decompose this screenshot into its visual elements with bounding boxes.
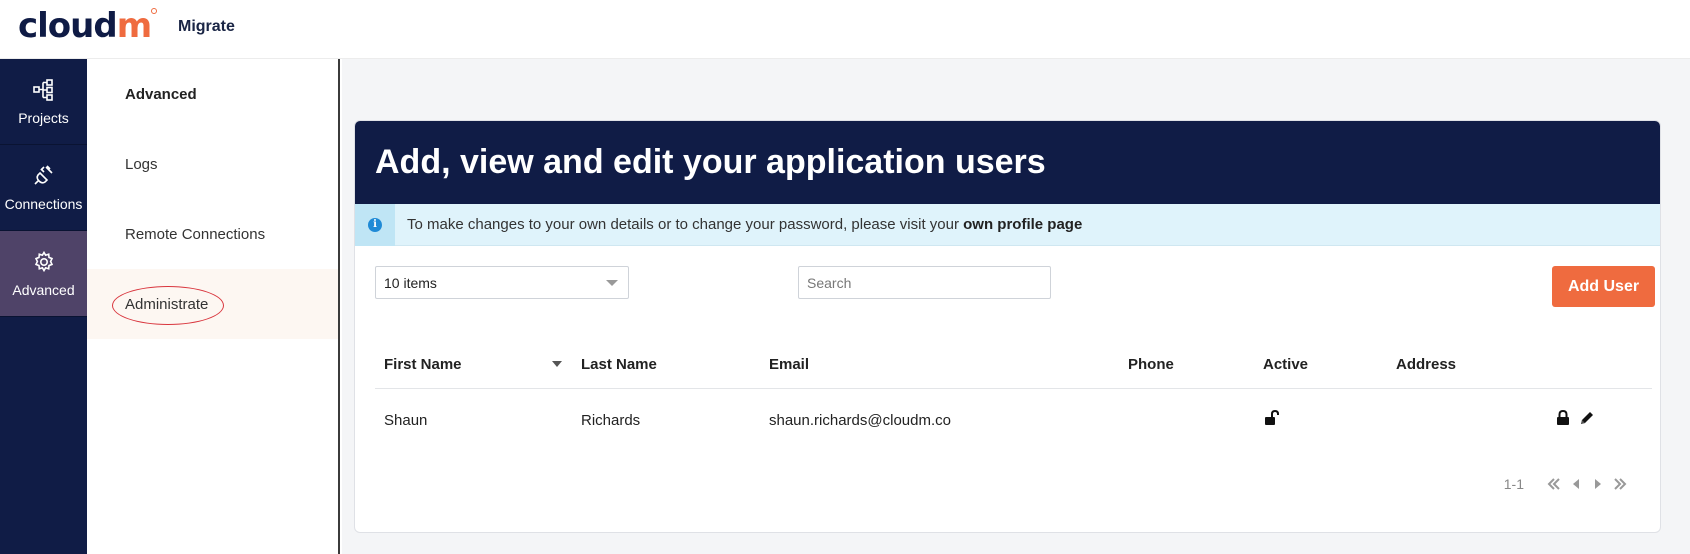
pencil-edit-icon[interactable] <box>1578 409 1596 427</box>
card-header: Add, view and edit your application user… <box>355 121 1660 204</box>
plug-icon <box>33 164 53 185</box>
column-header-email[interactable]: Email <box>769 339 809 389</box>
logo-text: cloud <box>18 6 118 46</box>
main-nav-rail: Projects Connections Advanced <box>0 59 87 554</box>
cell-first-name: Shaun <box>384 411 428 429</box>
column-header-first-name[interactable]: First Name <box>384 339 462 389</box>
info-banner: i To make changes to your own details or… <box>355 203 1660 246</box>
advanced-subnav: Advanced Logs Remote Connections Adminis… <box>87 59 340 554</box>
first-page-button[interactable] <box>1544 474 1564 494</box>
sort-desc-icon[interactable] <box>552 361 562 367</box>
triangle-right-icon <box>1595 479 1601 489</box>
cloudm-logo[interactable]: cloud m <box>18 6 158 46</box>
cell-last-name: Richards <box>581 411 641 429</box>
double-chevron-right-icon <box>1614 478 1627 490</box>
column-header-active[interactable]: Active <box>1263 339 1308 389</box>
previous-page-button[interactable] <box>1566 474 1586 494</box>
subnav-item-label: Administrate <box>111 285 225 325</box>
rail-item-label: Projects <box>18 109 69 126</box>
rail-item-advanced[interactable]: Advanced <box>0 231 87 317</box>
subnav-item-logs[interactable]: Logs <box>87 129 338 199</box>
logo-accent-text: m <box>116 6 152 46</box>
triangle-left-icon <box>1573 479 1579 489</box>
info-text: To make changes to your own details or t… <box>407 216 1082 233</box>
column-header-phone[interactable]: Phone <box>1128 339 1174 389</box>
table-header: First Name Last Name Email Phone Active … <box>375 339 1652 389</box>
subnav-item-remote-connections[interactable]: Remote Connections <box>87 199 338 269</box>
rail-item-projects[interactable]: Projects <box>0 59 87 145</box>
search-input[interactable] <box>798 266 1051 299</box>
subnav-item-label: Logs <box>125 155 158 173</box>
project-tree-icon <box>32 78 53 101</box>
top-header: cloud m Migrate <box>0 0 1690 59</box>
info-icon: i <box>368 217 382 232</box>
main-content: Add, view and edit your application user… <box>342 59 1690 554</box>
info-message: To make changes to your own details or t… <box>407 216 959 233</box>
unlock-icon <box>1265 409 1279 425</box>
cell-email: shaun.richards@cloudm.co <box>769 411 951 429</box>
chevron-down-icon <box>606 280 618 286</box>
pagination: 1-1 <box>1504 474 1630 494</box>
pagination-range: 1-1 <box>1503 476 1524 492</box>
last-page-button[interactable] <box>1610 474 1630 494</box>
add-user-button[interactable]: Add User <box>1552 266 1655 307</box>
page-title: Add, view and edit your application user… <box>375 143 1046 181</box>
double-chevron-left-icon <box>1547 478 1560 490</box>
rail-item-connections[interactable]: Connections <box>0 145 87 231</box>
page-size-select[interactable]: 10 items <box>375 266 629 299</box>
lock-icon[interactable] <box>1554 409 1572 427</box>
subnav-item-administrate[interactable]: Administrate <box>87 269 338 339</box>
rail-item-label: Advanced <box>12 281 75 298</box>
gear-icon <box>34 250 53 272</box>
app-title: Migrate <box>178 18 235 35</box>
subnav-item-label: Remote Connections <box>125 225 266 243</box>
info-icon-box: i <box>355 203 395 246</box>
users-card: Add, view and edit your application user… <box>354 120 1661 533</box>
next-page-button[interactable] <box>1588 474 1608 494</box>
page-size-value: 10 items <box>384 274 437 291</box>
column-header-address[interactable]: Address <box>1396 339 1456 389</box>
own-profile-link[interactable]: own profile page <box>963 216 1082 233</box>
column-header-last-name[interactable]: Last Name <box>581 339 657 389</box>
rail-item-label: Connections <box>4 195 83 212</box>
logo-dot-icon <box>151 8 158 14</box>
subnav-heading: Advanced <box>125 85 197 103</box>
table-row: Shaun Richards shaun.richards@cloudm.co <box>375 389 1652 451</box>
logo-accent: m <box>116 6 158 46</box>
